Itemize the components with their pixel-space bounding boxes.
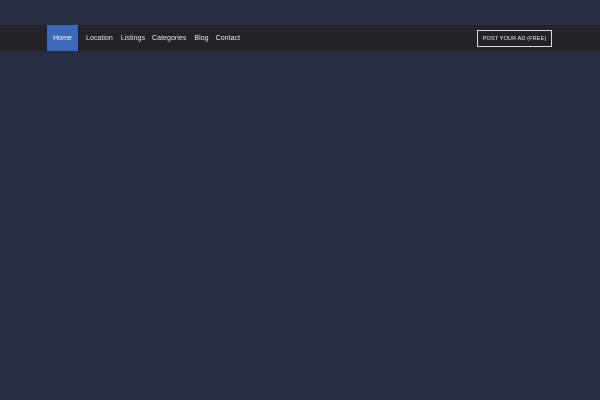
page: Home Location Listings Categories Blog C… [0, 0, 600, 400]
post-your-ad-button-label: POST YOUR AD (FREE) [482, 35, 547, 42]
nav-item-label: Listings [120, 34, 146, 42]
nav-item-blog[interactable]: Blog [193, 25, 215, 51]
nav-item-label: Contact [215, 34, 241, 42]
post-your-ad-button[interactable]: POST YOUR AD (FREE) [477, 30, 552, 47]
nav-item-categories[interactable]: Categories [152, 25, 193, 51]
nav-item-listings[interactable]: Listings [120, 25, 152, 51]
nav-item-label: Categories [152, 34, 187, 42]
nav-item-contact[interactable]: Contact [216, 25, 247, 51]
nav-item-label: Blog [194, 34, 209, 42]
nav-item-label: Home [53, 34, 72, 42]
main-nav-menu: Home Location Listings Categories Blog C… [47, 25, 247, 51]
top-navigation-bar: Home Location Listings Categories Blog C… [0, 25, 600, 51]
nav-item-label: Location [86, 34, 113, 42]
nav-item-location[interactable]: Location [78, 25, 120, 51]
nav-item-home[interactable]: Home [47, 25, 78, 51]
